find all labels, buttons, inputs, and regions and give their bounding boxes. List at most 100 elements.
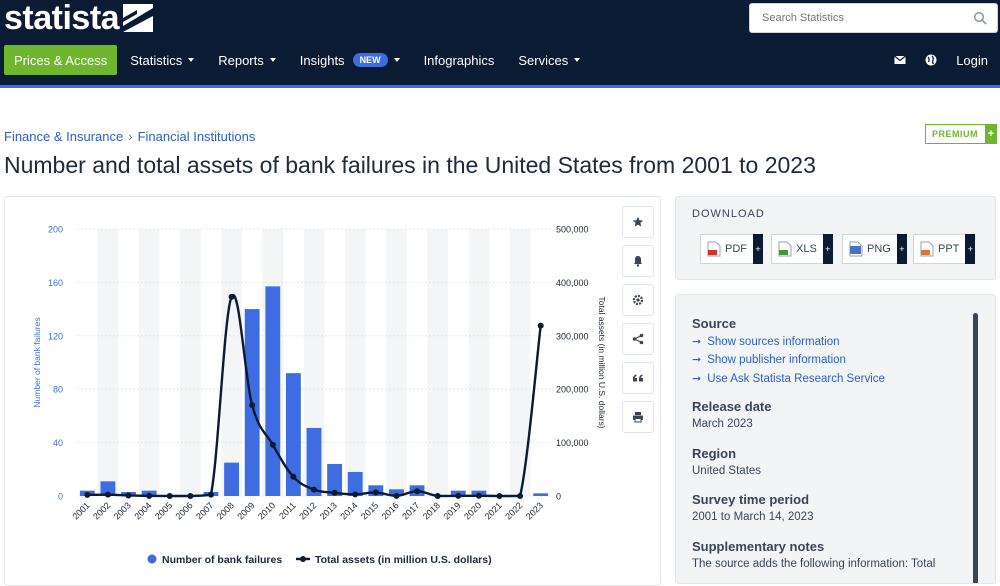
bar xyxy=(224,462,239,496)
caret-down-icon xyxy=(269,58,276,62)
prices-access-button[interactable]: Prices & Access xyxy=(4,45,118,75)
x-tick-label: 2001 xyxy=(70,500,91,521)
top-navigation-bar: statista Prices & Access Statistics Repo… xyxy=(0,0,1000,88)
download-xls-button[interactable]: XLS + xyxy=(771,234,833,264)
y-left-tick-label: 80 xyxy=(53,385,63,395)
line-point xyxy=(352,491,359,498)
share-button[interactable] xyxy=(622,323,654,355)
bar xyxy=(533,493,549,496)
y-left-tick-label: 120 xyxy=(48,331,63,341)
line-point xyxy=(249,402,256,409)
search-input[interactable] xyxy=(762,12,962,24)
nav-services[interactable]: Services xyxy=(518,45,581,75)
y-right-tick-label: 400,000 xyxy=(556,278,589,288)
legend-bar-marker xyxy=(147,554,157,564)
caret-down-icon xyxy=(188,58,195,62)
search-icon[interactable] xyxy=(973,11,987,25)
nav-statistics[interactable]: Statistics xyxy=(130,45,195,75)
notification-button[interactable] xyxy=(622,245,654,277)
show-publisher-label: Show publisher information xyxy=(707,353,846,366)
nav-reports-label: Reports xyxy=(218,52,264,68)
line-point xyxy=(187,493,194,499)
nav-statistics-label: Statistics xyxy=(130,52,183,68)
release-date-heading: Release date xyxy=(692,399,772,414)
arrow-right-icon: ➞ xyxy=(692,354,702,366)
line-point xyxy=(331,489,338,496)
x-tick-label: 2011 xyxy=(277,500,298,521)
download-pdf-button[interactable]: PDF + xyxy=(700,234,763,264)
png-label: PNG xyxy=(867,243,891,255)
download-ppt-button[interactable]: PPT + xyxy=(913,234,976,264)
show-sources-link[interactable]: ➞ Show sources information xyxy=(692,335,840,349)
arrow-right-icon: ➞ xyxy=(692,336,702,348)
favorite-button[interactable] xyxy=(622,206,654,238)
y-right-tick-label: 500,000 xyxy=(556,225,589,235)
y-right-tick-label: 0 xyxy=(556,492,561,502)
x-tick-label: 2016 xyxy=(380,500,401,521)
y-left-tick-label: 200 xyxy=(48,225,63,235)
caret-down-icon xyxy=(574,58,581,62)
download-png-button[interactable]: PNG + xyxy=(842,234,907,264)
settings-button[interactable] xyxy=(622,284,654,316)
line-point xyxy=(104,491,111,498)
search-box xyxy=(749,3,998,33)
print-button[interactable] xyxy=(622,401,654,433)
scrollbar[interactable] xyxy=(973,313,978,583)
nav-reports[interactable]: Reports xyxy=(218,45,276,75)
x-tick-label: 2023 xyxy=(524,500,545,521)
line-point xyxy=(434,493,441,499)
x-tick-label: 2012 xyxy=(297,500,318,521)
logo-mark-icon xyxy=(123,4,154,32)
line-point xyxy=(269,441,276,448)
chart-panel: 0 40 80 120 160 200 0 100,000 200,000 300,000 400,… xyxy=(4,196,661,586)
nav-insights[interactable]: Insights NEW xyxy=(300,45,400,75)
nav-infographics[interactable]: Infographics xyxy=(424,45,495,75)
mail-icon[interactable] xyxy=(894,54,907,66)
breadcrumb-separator: › xyxy=(128,129,133,144)
x-tick-label: 2013 xyxy=(318,500,339,521)
plus-icon: + xyxy=(822,234,833,264)
plot-band xyxy=(427,229,448,496)
x-tick-label: 2021 xyxy=(483,500,504,521)
statista-logo[interactable]: statista xyxy=(4,0,154,36)
png-file-icon xyxy=(849,241,863,257)
pdf-file-icon xyxy=(707,241,721,257)
ask-statista-link[interactable]: ➞ Use Ask Statista Research Service xyxy=(692,372,885,386)
x-tick-label: 2007 xyxy=(194,500,215,521)
arrow-right-icon: ➞ xyxy=(692,373,702,385)
plot-band xyxy=(344,229,366,496)
breadcrumb-financial-institutions[interactable]: Financial Institutions xyxy=(138,129,256,144)
caret-down-icon xyxy=(393,58,400,62)
ppt-file-icon xyxy=(920,241,934,257)
x-tick-label: 2015 xyxy=(359,500,380,521)
show-publisher-link[interactable]: ➞ Show publisher information xyxy=(692,353,846,367)
y-left-tick-label: 160 xyxy=(48,278,63,288)
globe-icon[interactable] xyxy=(925,54,937,66)
y-left-tick-label: 0 xyxy=(58,492,63,502)
x-tick-label: 2020 xyxy=(462,500,483,521)
login-link[interactable]: Login xyxy=(956,53,988,68)
chart-tools xyxy=(622,206,654,440)
download-label: DOWNLOAD xyxy=(692,208,765,220)
cite-button[interactable] xyxy=(622,362,654,394)
pdf-label: PDF xyxy=(725,243,747,255)
legend-line-marker-dot xyxy=(300,556,306,562)
nav-right: Login xyxy=(894,45,988,75)
supplementary-notes-heading: Supplementary notes xyxy=(692,539,825,554)
statistic-details-panel: Source ➞ Show sources information ➞ Show p… xyxy=(675,294,996,584)
supplementary-notes-value: The source adds the following informatio… xyxy=(692,558,936,570)
main-nav: Prices & Access Statistics Reports Insig… xyxy=(4,45,581,75)
survey-period-heading: Survey time period xyxy=(692,492,810,507)
region-value: United States xyxy=(692,465,762,477)
plus-icon: + xyxy=(896,234,907,264)
line-point xyxy=(372,489,379,496)
plot-band xyxy=(180,229,201,496)
x-tick-label: 2005 xyxy=(153,500,174,521)
premium-badge[interactable]: PREMIUM + xyxy=(925,124,997,144)
bar xyxy=(306,427,322,496)
share-icon xyxy=(632,333,644,345)
breadcrumb-finance-insurance[interactable]: Finance & Insurance xyxy=(4,129,123,144)
y-left-axis-label: Number of bank failures xyxy=(32,317,42,407)
plot-band xyxy=(386,229,407,496)
line-point xyxy=(311,486,317,493)
